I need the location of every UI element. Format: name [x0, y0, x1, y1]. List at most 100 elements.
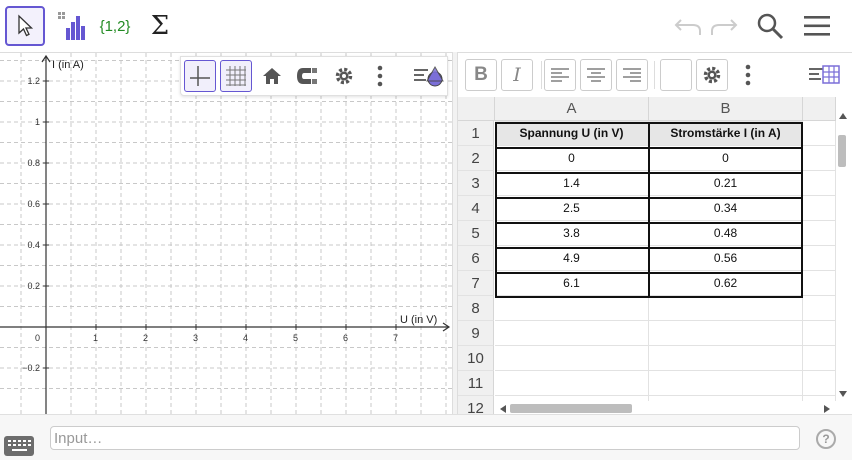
- table-cell[interactable]: [803, 146, 836, 171]
- table-cell[interactable]: [803, 196, 836, 221]
- column-header-b[interactable]: B: [649, 97, 803, 121]
- align-left-button[interactable]: [544, 59, 576, 91]
- table-cell[interactable]: [803, 271, 836, 296]
- point-capturing-button[interactable]: [292, 60, 324, 92]
- table-cell[interactable]: 0: [495, 146, 649, 171]
- undo-button[interactable]: [672, 10, 704, 42]
- hamburger-menu-icon: [804, 16, 830, 36]
- table-cell[interactable]: 1.4: [495, 171, 649, 196]
- search-button[interactable]: [754, 10, 786, 42]
- horizontal-scroll-thumb[interactable]: [510, 404, 632, 413]
- table-cell[interactable]: [803, 121, 836, 146]
- toggle-grid-button[interactable]: [220, 60, 252, 92]
- table-cell[interactable]: [803, 221, 836, 246]
- grid-lines: [0, 53, 452, 414]
- standard-view-button[interactable]: [256, 60, 288, 92]
- axes-icon: [190, 66, 210, 86]
- italic-button[interactable]: I: [501, 59, 533, 91]
- row-header[interactable]: 2: [458, 146, 494, 171]
- row-header[interactable]: 11: [458, 371, 494, 396]
- row-header[interactable]: 1: [458, 121, 494, 146]
- move-tool-button[interactable]: [5, 6, 45, 46]
- table-cell[interactable]: [803, 321, 836, 346]
- table-cell[interactable]: [649, 296, 803, 321]
- toggle-style-bar-button[interactable]: [411, 60, 447, 92]
- table-cell[interactable]: [803, 171, 836, 196]
- chart-tool-button[interactable]: [51, 6, 91, 46]
- table-cell[interactable]: 0.21: [649, 171, 803, 196]
- row-header[interactable]: 4: [458, 196, 494, 221]
- keyboard-button[interactable]: [4, 436, 34, 456]
- x-axis-label: U (in V): [400, 314, 437, 326]
- toolbar-separator: [654, 61, 655, 89]
- vertical-scroll-thumb[interactable]: [838, 135, 846, 167]
- table-cell[interactable]: [649, 321, 803, 346]
- row-header[interactable]: 7: [458, 271, 494, 296]
- x-tick-label: 0: [35, 333, 40, 343]
- table-cell[interactable]: 0.56: [649, 246, 803, 271]
- table-cell[interactable]: Stromstärke I (in A): [649, 121, 803, 146]
- toggle-style-bar-button[interactable]: [806, 59, 842, 91]
- table-cell[interactable]: [495, 321, 649, 346]
- table-cell[interactable]: [649, 346, 803, 371]
- table-cell[interactable]: [803, 246, 836, 271]
- undo-icon: [674, 19, 701, 35]
- table-cell[interactable]: [803, 346, 836, 371]
- cursor-arrow-icon: [18, 14, 34, 37]
- list-tool-button[interactable]: {1,2}: [95, 6, 135, 46]
- column-header-c[interactable]: [803, 97, 836, 121]
- column-header-a[interactable]: A: [495, 97, 649, 121]
- main-toolbar: {1,2} Σ: [0, 0, 852, 52]
- more-options-button[interactable]: [364, 60, 396, 92]
- row-header[interactable]: 9: [458, 321, 494, 346]
- scroll-left-icon[interactable]: [500, 405, 506, 413]
- spreadsheet-settings-button[interactable]: [696, 59, 728, 91]
- align-center-button[interactable]: [580, 59, 612, 91]
- y-axis-label: I (in A): [52, 59, 84, 71]
- more-options-button[interactable]: [732, 59, 764, 91]
- spreadsheet-style-bar: B I: [458, 53, 852, 97]
- row-header[interactable]: 10: [458, 346, 494, 371]
- table-cell[interactable]: [495, 346, 649, 371]
- row-header[interactable]: 8: [458, 296, 494, 321]
- bold-button[interactable]: B: [465, 59, 497, 91]
- menu-button[interactable]: [801, 10, 833, 42]
- toolbar-separator: [541, 61, 542, 89]
- graphics-view[interactable]: 0 1 2 3 4 5 6 7 −0.2 0.2 0.4 0.6 0.8 1 1.2 U (in V) I …: [0, 52, 452, 414]
- table-cell[interactable]: 6.1: [495, 271, 649, 296]
- toggle-axes-button[interactable]: [184, 60, 216, 92]
- table-cell[interactable]: Spannung U (in V): [495, 121, 649, 146]
- table-cell[interactable]: 0.34: [649, 196, 803, 221]
- table-cell[interactable]: [495, 371, 649, 396]
- scroll-up-icon[interactable]: [839, 113, 847, 119]
- input-bar: ?: [0, 414, 852, 460]
- corner-cell[interactable]: [458, 97, 495, 121]
- table-cell[interactable]: 2.5: [495, 196, 649, 221]
- row-header[interactable]: 6: [458, 246, 494, 271]
- align-right-button[interactable]: [616, 59, 648, 91]
- redo-button[interactable]: [708, 10, 740, 42]
- row-header[interactable]: 5: [458, 221, 494, 246]
- row-header[interactable]: 3: [458, 171, 494, 196]
- table-cell[interactable]: 3.8: [495, 221, 649, 246]
- y-tick-label: 0.6: [27, 199, 40, 209]
- table-cell[interactable]: 4.9: [495, 246, 649, 271]
- y-tick-label: 1: [35, 117, 40, 127]
- table-cell[interactable]: 0.62: [649, 271, 803, 296]
- algebra-input[interactable]: [50, 426, 800, 450]
- table-cell[interactable]: 0: [649, 146, 803, 171]
- table-cell[interactable]: [649, 371, 803, 396]
- table-cell[interactable]: [495, 296, 649, 321]
- help-button[interactable]: ?: [816, 429, 836, 449]
- background-color-button[interactable]: [660, 59, 692, 91]
- table-cell[interactable]: [803, 371, 836, 396]
- coordinate-plane[interactable]: 0 1 2 3 4 5 6 7 −0.2 0.2 0.4 0.6 0.8 1 1.2 U (in V) I …: [0, 53, 452, 414]
- table-cell[interactable]: [803, 296, 836, 321]
- x-tick-label: 2: [143, 333, 148, 343]
- scroll-right-icon[interactable]: [824, 405, 830, 413]
- graphics-settings-button[interactable]: [328, 60, 360, 92]
- scroll-down-icon[interactable]: [839, 391, 847, 397]
- row-header[interactable]: 12: [458, 396, 494, 414]
- sum-tool-button[interactable]: Σ: [140, 6, 180, 46]
- table-cell[interactable]: 0.48: [649, 221, 803, 246]
